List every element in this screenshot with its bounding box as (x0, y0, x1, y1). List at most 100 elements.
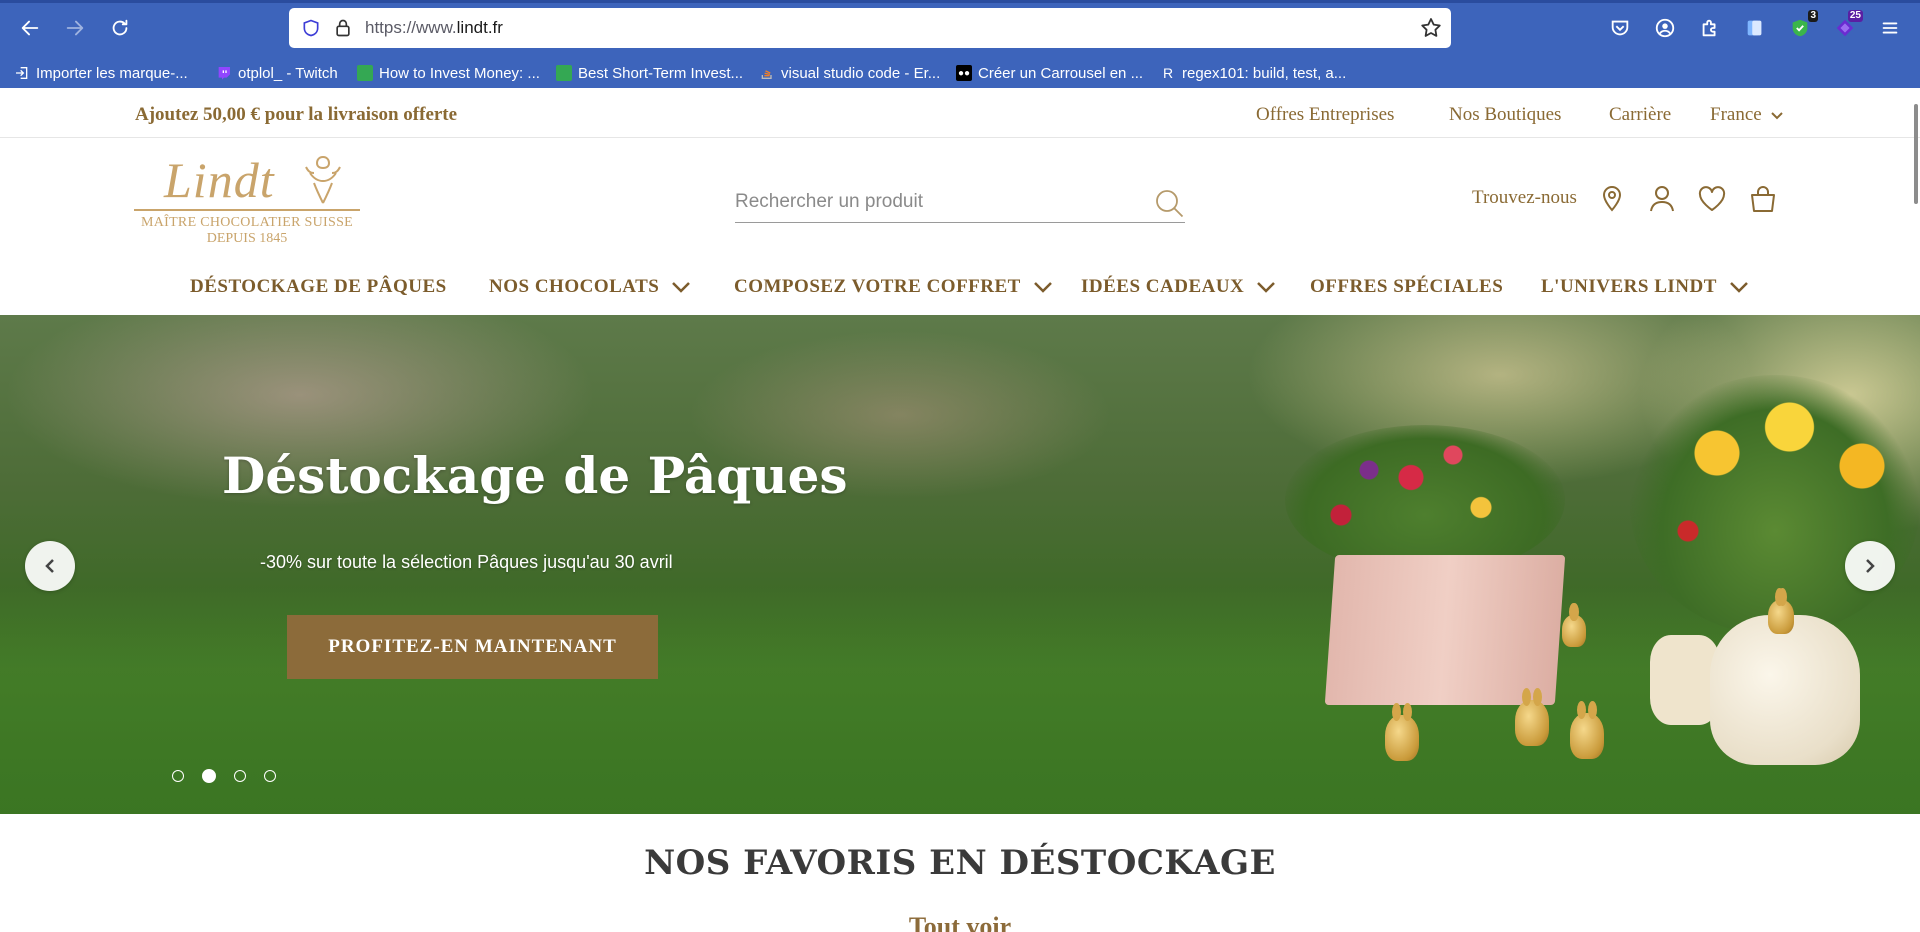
extension-notes-button[interactable] (1739, 12, 1771, 44)
nav-label: L'UNIVERS LINDT (1541, 276, 1717, 297)
logo-tagline: MAÎTRE CHOCOLATIER SUISSE (140, 215, 354, 230)
bookmark-label: otplol_ - Twitch (238, 64, 338, 82)
carousel-next-button[interactable] (1845, 541, 1895, 591)
page-scrollbar[interactable] (1914, 104, 1918, 204)
search-input[interactable] (735, 187, 1135, 217)
bookmark-import[interactable]: Importer les marque-... (14, 62, 188, 84)
twitch-icon (218, 67, 230, 80)
nerdwallet-icon (556, 65, 572, 81)
purple-badge: 25 (1847, 10, 1863, 22)
back-button[interactable] (12, 12, 48, 44)
url-text[interactable]: https://www.lindt.fr (365, 18, 503, 38)
bookmark-label: Créer un Carrousel en ... (978, 64, 1144, 82)
import-icon (16, 67, 28, 79)
lock-icon[interactable] (333, 17, 353, 44)
regex101-icon: R (1162, 65, 1174, 81)
bookmark-label: regex101: build, test, a... (1182, 64, 1347, 82)
bookmark-invest-money[interactable]: How to Invest Money: ... (357, 62, 540, 84)
carousel-prev-button[interactable] (25, 541, 75, 591)
puzzle-icon (1702, 19, 1716, 37)
forward-button[interactable] (57, 12, 93, 44)
nav-label: DÉSTOCKAGE DE PÂQUES (190, 276, 447, 297)
link-offres-entreprises[interactable]: Offres Entreprises (1256, 104, 1394, 126)
logo-since: DEPUIS 1845 (206, 231, 288, 246)
carousel-dot-2[interactable] (202, 769, 216, 783)
nav-offres-speciales[interactable]: OFFRES SPÉCIALES (1310, 267, 1503, 307)
hero-carousel: Déstockage de Pâques -30% sur toute la s… (0, 315, 1920, 814)
see-all-link[interactable]: Tout voir (0, 912, 1920, 932)
nav-idees-cadeaux[interactable]: IDÉES CADEAUX (1081, 267, 1276, 307)
find-us-link[interactable]: Trouvez-nous (1472, 187, 1577, 209)
link-nos-boutiques[interactable]: Nos Boutiques (1449, 104, 1561, 126)
stackoverflow-icon (761, 70, 772, 79)
chevron-right-icon (1866, 559, 1875, 573)
account-button[interactable] (1646, 183, 1678, 215)
bookmark-label: Importer les marque-... (36, 64, 188, 82)
carousel-dot-3[interactable] (234, 770, 246, 782)
nav-label: COMPOSEZ VOTRE COFFRET (734, 276, 1021, 297)
extension-shield-button[interactable]: 3 (1784, 10, 1818, 44)
logo-wordmark: Lindt (164, 152, 275, 208)
search-icon[interactable] (1153, 187, 1185, 224)
nav-univers-lindt[interactable]: L'UNIVERS LINDT (1541, 267, 1749, 307)
chevron-down-icon (1257, 282, 1276, 293)
promo-bar: Ajoutez 50,00 € pour la livraison offert… (0, 88, 1920, 138)
nav-destockage-paques[interactable]: DÉSTOCKAGE DE PÂQUES (190, 267, 447, 307)
arrow-left-icon (21, 20, 39, 36)
gold-bunny (1562, 603, 1586, 647)
hero-cta-button[interactable]: PROFITEZ-EN MAINTENANT (287, 615, 658, 679)
store-locator-button[interactable] (1596, 183, 1628, 215)
arrow-right-icon (66, 20, 84, 36)
cart-button[interactable] (1747, 183, 1779, 215)
wishlist-button[interactable] (1696, 183, 1728, 215)
pocket-button[interactable] (1604, 12, 1636, 44)
extensions-button[interactable] (1694, 12, 1726, 44)
nav-label: NOS CHOCOLATS (489, 276, 660, 297)
account-button[interactable] (1649, 12, 1681, 44)
chevron-left-icon (45, 559, 54, 573)
gold-bunny (1385, 703, 1419, 761)
link-carriere[interactable]: Carrière (1609, 104, 1671, 126)
chevron-down-icon (672, 282, 691, 293)
nav-nos-chocolats[interactable]: NOS CHOCOLATS (489, 267, 691, 307)
url-prefix: https://www. (365, 18, 457, 37)
crest-icon (305, 155, 341, 204)
country-selector[interactable]: France (1710, 104, 1784, 126)
bookmark-label: visual studio code - Er... (781, 64, 941, 82)
url-domain: lindt.fr (456, 18, 503, 37)
tracking-shield-icon[interactable] (301, 18, 321, 43)
hero-pink-pot (1324, 555, 1566, 705)
bookmark-carrousel[interactable]: ●● Créer un Carrousel en ... (956, 62, 1143, 84)
bookmark-twitch[interactable]: otplol_ - Twitch (216, 62, 338, 84)
chevron-down-icon (1730, 282, 1748, 293)
browser-chrome: https://www.lindt.fr 3 25 Importer les m… (0, 0, 1920, 88)
carousel-dot-4[interactable] (264, 770, 276, 782)
gold-bunny (1570, 701, 1604, 759)
nav-composez-coffret[interactable]: COMPOSEZ VOTRE COFFRET (734, 267, 1053, 307)
bookmark-short-term-invest[interactable]: Best Short-Term Invest... (556, 62, 743, 84)
location-pin-icon (1602, 185, 1622, 212)
hero-title: Déstockage de Pâques (222, 446, 848, 505)
hero-white-pot (1710, 615, 1860, 765)
bookmark-label: Best Short-Term Invest... (578, 64, 744, 82)
app-menu-button[interactable] (1874, 12, 1906, 44)
carousel-dots (172, 769, 276, 783)
shopping-bag-icon (1751, 186, 1775, 212)
main-navigation: DÉSTOCKAGE DE PÂQUES NOS CHOCOLATS COMPO… (0, 267, 1920, 307)
hamburger-icon (1882, 22, 1898, 34)
chevron-down-icon (1033, 282, 1052, 293)
bookmark-regex101[interactable]: R regex101: build, test, a... (1160, 62, 1346, 84)
gold-bunny (1515, 688, 1549, 746)
extension-purple-button[interactable]: 25 (1829, 10, 1863, 44)
shield-badge: 3 (1808, 10, 1818, 22)
lindt-logo[interactable]: Lindt MAÎTRE CHOCOLATIER SUISSE DEPUIS 1… (134, 151, 360, 246)
nav-label: OFFRES SPÉCIALES (1310, 276, 1504, 297)
bookmark-star-icon[interactable] (1419, 16, 1443, 45)
site-header: Lindt MAÎTRE CHOCOLATIER SUISSE DEPUIS 1… (0, 139, 1920, 315)
bookmark-stackoverflow[interactable]: visual studio code - Er... (759, 62, 940, 84)
search-box (735, 183, 1185, 223)
reload-button[interactable] (102, 12, 138, 44)
carousel-dot-1[interactable] (172, 770, 184, 782)
address-bar[interactable]: https://www.lindt.fr (289, 8, 1451, 48)
free-shipping-message: Ajoutez 50,00 € pour la livraison offert… (135, 104, 458, 125)
